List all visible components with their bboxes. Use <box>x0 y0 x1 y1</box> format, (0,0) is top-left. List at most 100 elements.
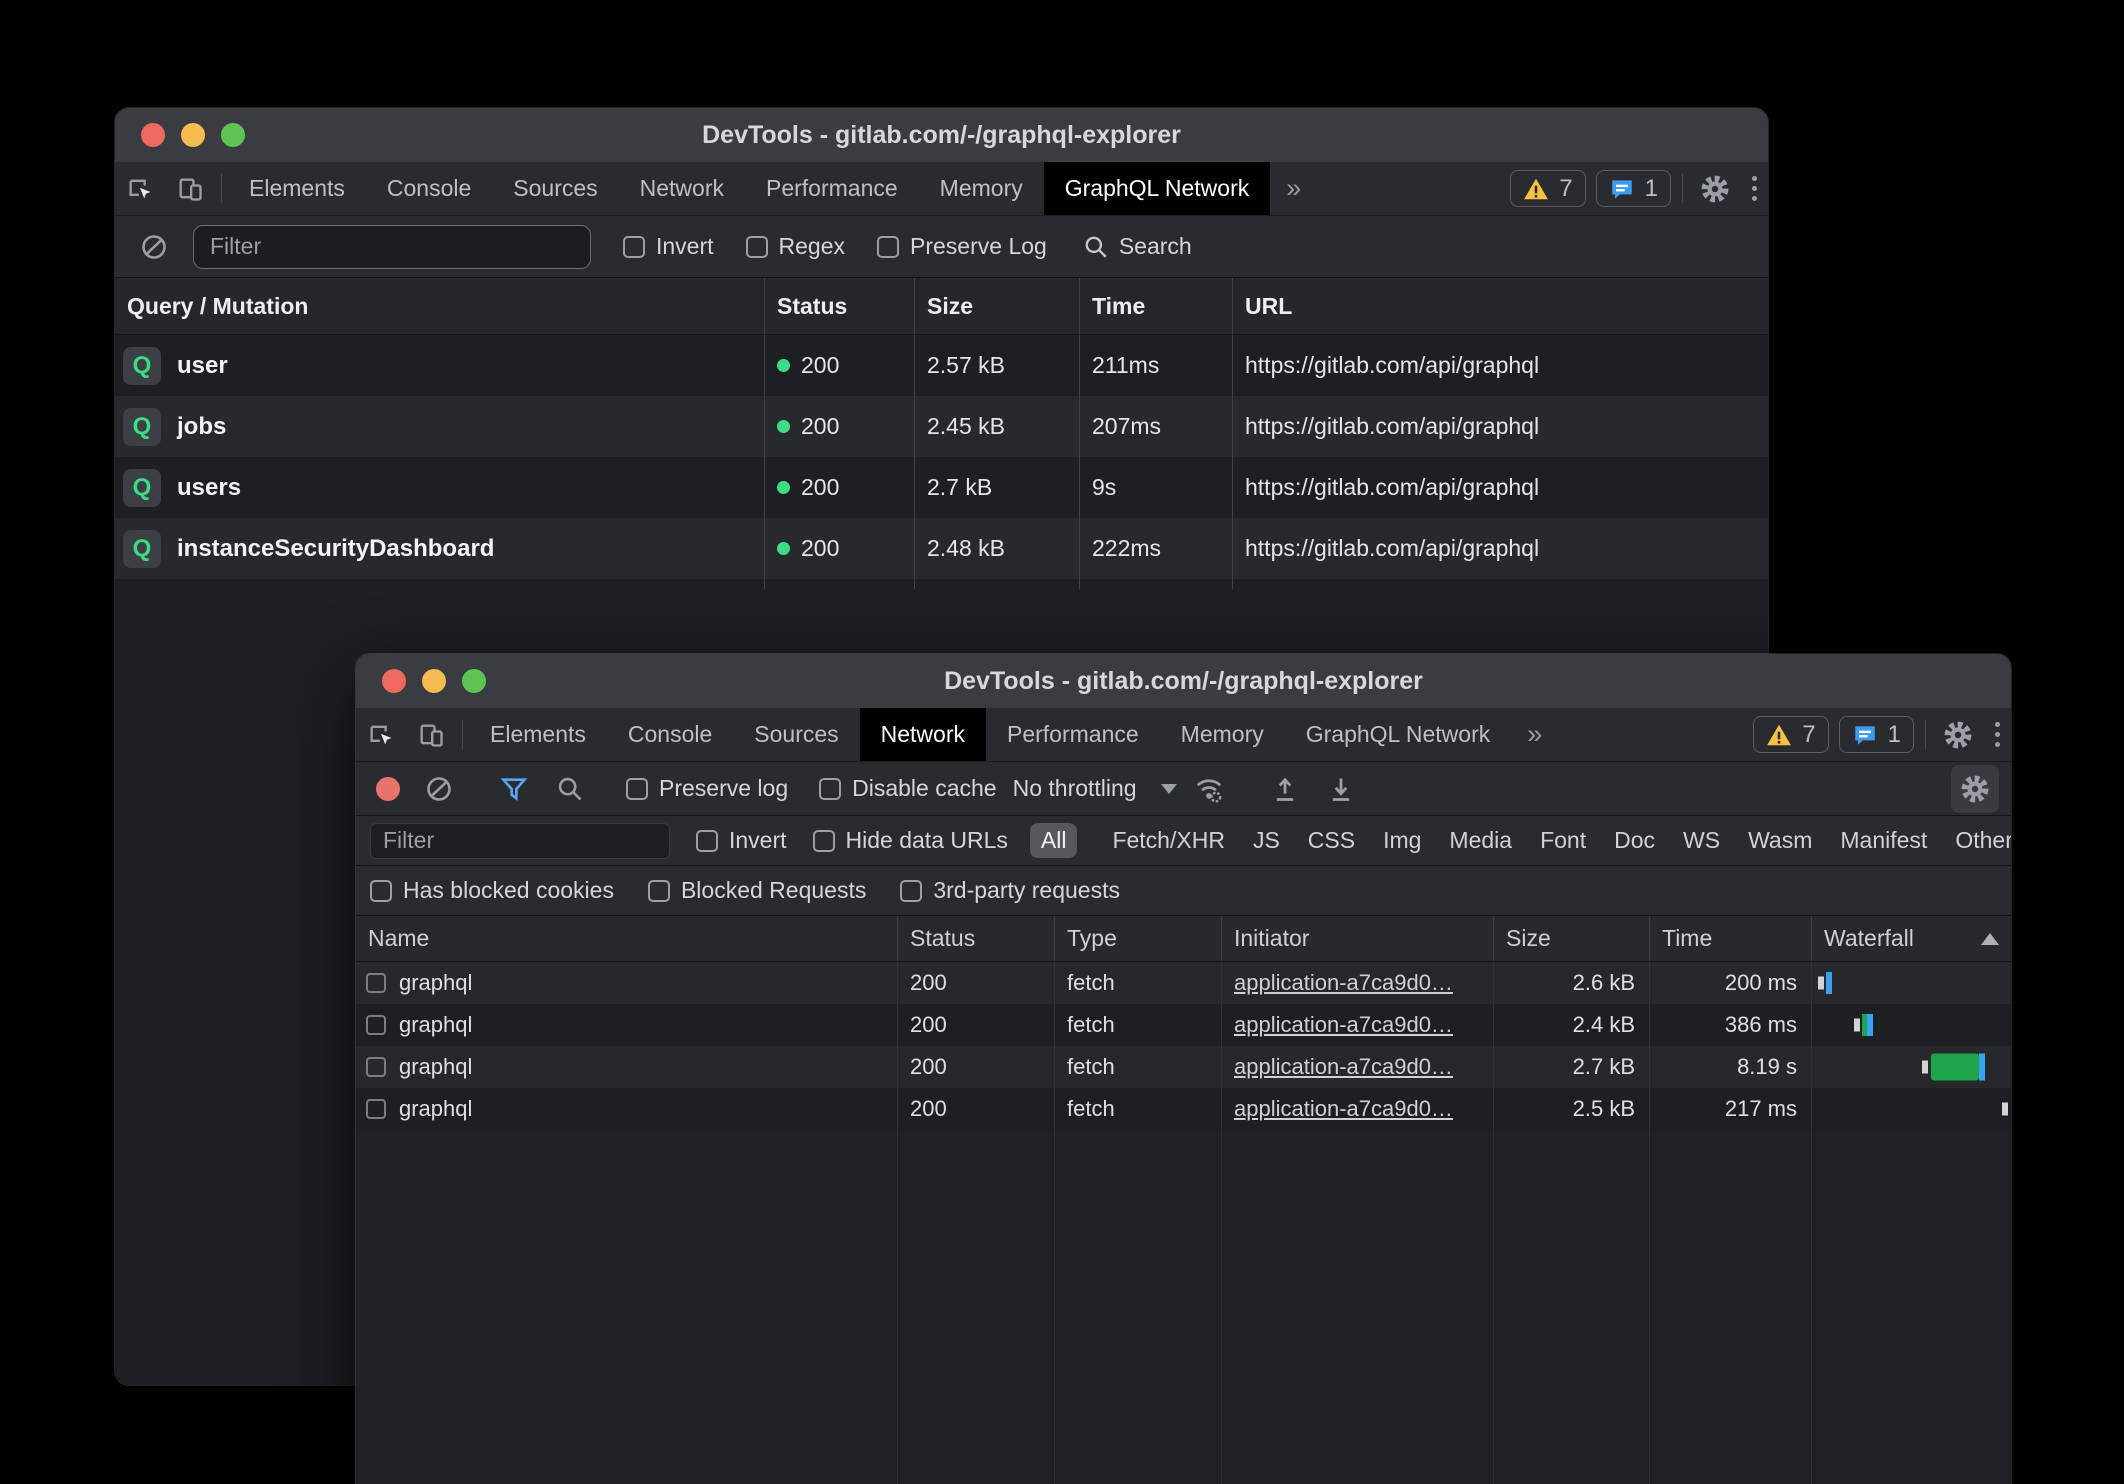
col-status[interactable]: Status <box>765 278 915 334</box>
col-type[interactable]: Type <box>1055 916 1222 961</box>
settings-gear-icon[interactable] <box>1932 708 1984 761</box>
search-icon[interactable] <box>545 775 595 803</box>
tab-sources[interactable]: Sources <box>733 708 859 761</box>
kebab-menu-icon[interactable] <box>1741 162 1768 215</box>
type-filter-all[interactable]: All <box>1030 823 1078 858</box>
device-toolbar-icon[interactable] <box>406 708 456 761</box>
inspect-element-icon[interactable] <box>115 162 165 215</box>
col-name[interactable]: Name <box>356 916 898 961</box>
row-checkbox[interactable] <box>366 1015 386 1035</box>
type-value: fetch <box>1055 1004 1222 1046</box>
preserve-log-checkbox[interactable]: Preserve Log <box>877 233 1047 260</box>
col-size[interactable]: Size <box>1494 916 1650 961</box>
blocked-requests-checkbox[interactable]: Blocked Requests <box>648 877 866 904</box>
hide-data-urls-checkbox[interactable]: Hide data URLs <box>813 827 1008 854</box>
col-time[interactable]: Time <box>1650 916 1812 961</box>
network-conditions-icon[interactable] <box>1183 774 1235 804</box>
tab-performance[interactable]: Performance <box>745 162 919 215</box>
tab-elements[interactable]: Elements <box>469 708 607 761</box>
close-button[interactable] <box>141 123 165 147</box>
issues-badge[interactable]: 1 <box>1596 170 1671 207</box>
row-checkbox[interactable] <box>366 973 386 993</box>
device-toolbar-icon[interactable] <box>165 162 215 215</box>
kebab-menu-icon[interactable] <box>1984 708 2011 761</box>
tab-sources[interactable]: Sources <box>492 162 618 215</box>
table-row[interactable]: Qjobs 200 2.45 kB 207ms https://gitlab.c… <box>115 396 1768 457</box>
tab-graphql-network[interactable]: GraphQL Network <box>1044 162 1271 215</box>
row-checkbox[interactable] <box>366 1099 386 1119</box>
more-tabs-icon[interactable]: » <box>1270 162 1317 215</box>
third-party-requests-checkbox[interactable]: 3rd-party requests <box>900 877 1120 904</box>
tab-graphql-network[interactable]: GraphQL Network <box>1285 708 1512 761</box>
initiator-link[interactable]: application-a7ca9d0… <box>1234 970 1453 996</box>
type-filter-wasm[interactable]: Wasm <box>1737 823 1823 858</box>
clear-icon[interactable] <box>129 233 179 261</box>
invert-checkbox[interactable]: Invert <box>623 233 714 260</box>
regex-checkbox[interactable]: Regex <box>746 233 845 260</box>
network-filter-input[interactable] <box>370 823 670 859</box>
initiator-link[interactable]: application-a7ca9d0… <box>1234 1096 1453 1122</box>
tab-memory[interactable]: Memory <box>1160 708 1285 761</box>
row-checkbox[interactable] <box>366 1057 386 1077</box>
invert-checkbox[interactable]: Invert <box>696 827 787 854</box>
type-filter-media[interactable]: Media <box>1438 823 1523 858</box>
col-initiator[interactable]: Initiator <box>1222 916 1494 961</box>
request-row[interactable]: graphql 200 fetch application-a7ca9d0… 2… <box>356 962 2011 1004</box>
titlebar[interactable]: DevTools - gitlab.com/-/graphql-explorer <box>356 654 2011 708</box>
disable-cache-checkbox[interactable]: Disable cache <box>819 775 996 802</box>
type-filter-ws[interactable]: WS <box>1672 823 1731 858</box>
type-filter-doc[interactable]: Doc <box>1603 823 1666 858</box>
tab-network[interactable]: Network <box>619 162 745 215</box>
type-filter-css[interactable]: CSS <box>1297 823 1366 858</box>
filter-funnel-icon[interactable] <box>489 775 539 803</box>
warnings-badge[interactable]: 7 <box>1510 170 1585 207</box>
filter-input[interactable] <box>193 225 591 269</box>
type-filter-other[interactable]: Other <box>1944 823 2011 858</box>
type-filter-font[interactable]: Font <box>1529 823 1597 858</box>
type-filter-manifest[interactable]: Manifest <box>1829 823 1938 858</box>
record-button[interactable] <box>376 777 400 801</box>
initiator-link[interactable]: application-a7ca9d0… <box>1234 1054 1453 1080</box>
table-row[interactable]: Quser 200 2.57 kB 211ms https://gitlab.c… <box>115 335 1768 396</box>
minimize-button[interactable] <box>422 669 446 693</box>
tab-network[interactable]: Network <box>860 708 986 761</box>
has-blocked-cookies-checkbox[interactable]: Has blocked cookies <box>370 877 614 904</box>
preserve-log-checkbox[interactable]: Preserve log <box>626 775 788 802</box>
import-har-icon[interactable] <box>1260 775 1310 803</box>
export-har-icon[interactable] <box>1316 775 1366 803</box>
tab-memory[interactable]: Memory <box>919 162 1044 215</box>
request-row[interactable]: graphql 200 fetch application-a7ca9d0… 2… <box>356 1088 2011 1130</box>
tab-elements[interactable]: Elements <box>228 162 366 215</box>
tab-console[interactable]: Console <box>607 708 733 761</box>
type-filter-img[interactable]: Img <box>1372 823 1432 858</box>
inspect-element-icon[interactable] <box>356 708 406 761</box>
more-tabs-icon[interactable]: » <box>1511 708 1558 761</box>
table-row[interactable]: Qusers 200 2.7 kB 9s https://gitlab.com/… <box>115 457 1768 518</box>
titlebar[interactable]: DevTools - gitlab.com/-/graphql-explorer <box>115 108 1768 162</box>
col-url[interactable]: URL <box>1233 278 1768 334</box>
zoom-button[interactable] <box>221 123 245 147</box>
col-waterfall[interactable]: Waterfall <box>1812 916 2011 961</box>
col-query-mutation[interactable]: Query / Mutation <box>115 278 765 334</box>
tab-console[interactable]: Console <box>366 162 492 215</box>
zoom-button[interactable] <box>462 669 486 693</box>
type-filter-js[interactable]: JS <box>1242 823 1291 858</box>
issues-badge[interactable]: 1 <box>1839 716 1914 753</box>
request-row[interactable]: graphql 200 fetch application-a7ca9d0… 2… <box>356 1004 2011 1046</box>
close-button[interactable] <box>382 669 406 693</box>
request-row[interactable]: graphql 200 fetch application-a7ca9d0… 2… <box>356 1046 2011 1088</box>
settings-gear-icon[interactable] <box>1689 162 1741 215</box>
minimize-button[interactable] <box>181 123 205 147</box>
network-settings-gear-icon[interactable] <box>1951 765 1999 813</box>
warnings-badge[interactable]: 7 <box>1753 716 1828 753</box>
table-row[interactable]: QinstanceSecurityDashboard 200 2.48 kB 2… <box>115 518 1768 579</box>
col-time[interactable]: Time <box>1080 278 1233 334</box>
search-button[interactable]: Search <box>1083 233 1192 260</box>
type-filter-fetch-xhr[interactable]: Fetch/XHR <box>1101 823 1235 858</box>
col-status[interactable]: Status <box>898 916 1055 961</box>
tab-performance[interactable]: Performance <box>986 708 1160 761</box>
initiator-link[interactable]: application-a7ca9d0… <box>1234 1012 1453 1038</box>
clear-icon[interactable] <box>414 775 464 803</box>
throttling-select[interactable]: No throttling <box>1013 775 1177 802</box>
col-size[interactable]: Size <box>915 278 1080 334</box>
